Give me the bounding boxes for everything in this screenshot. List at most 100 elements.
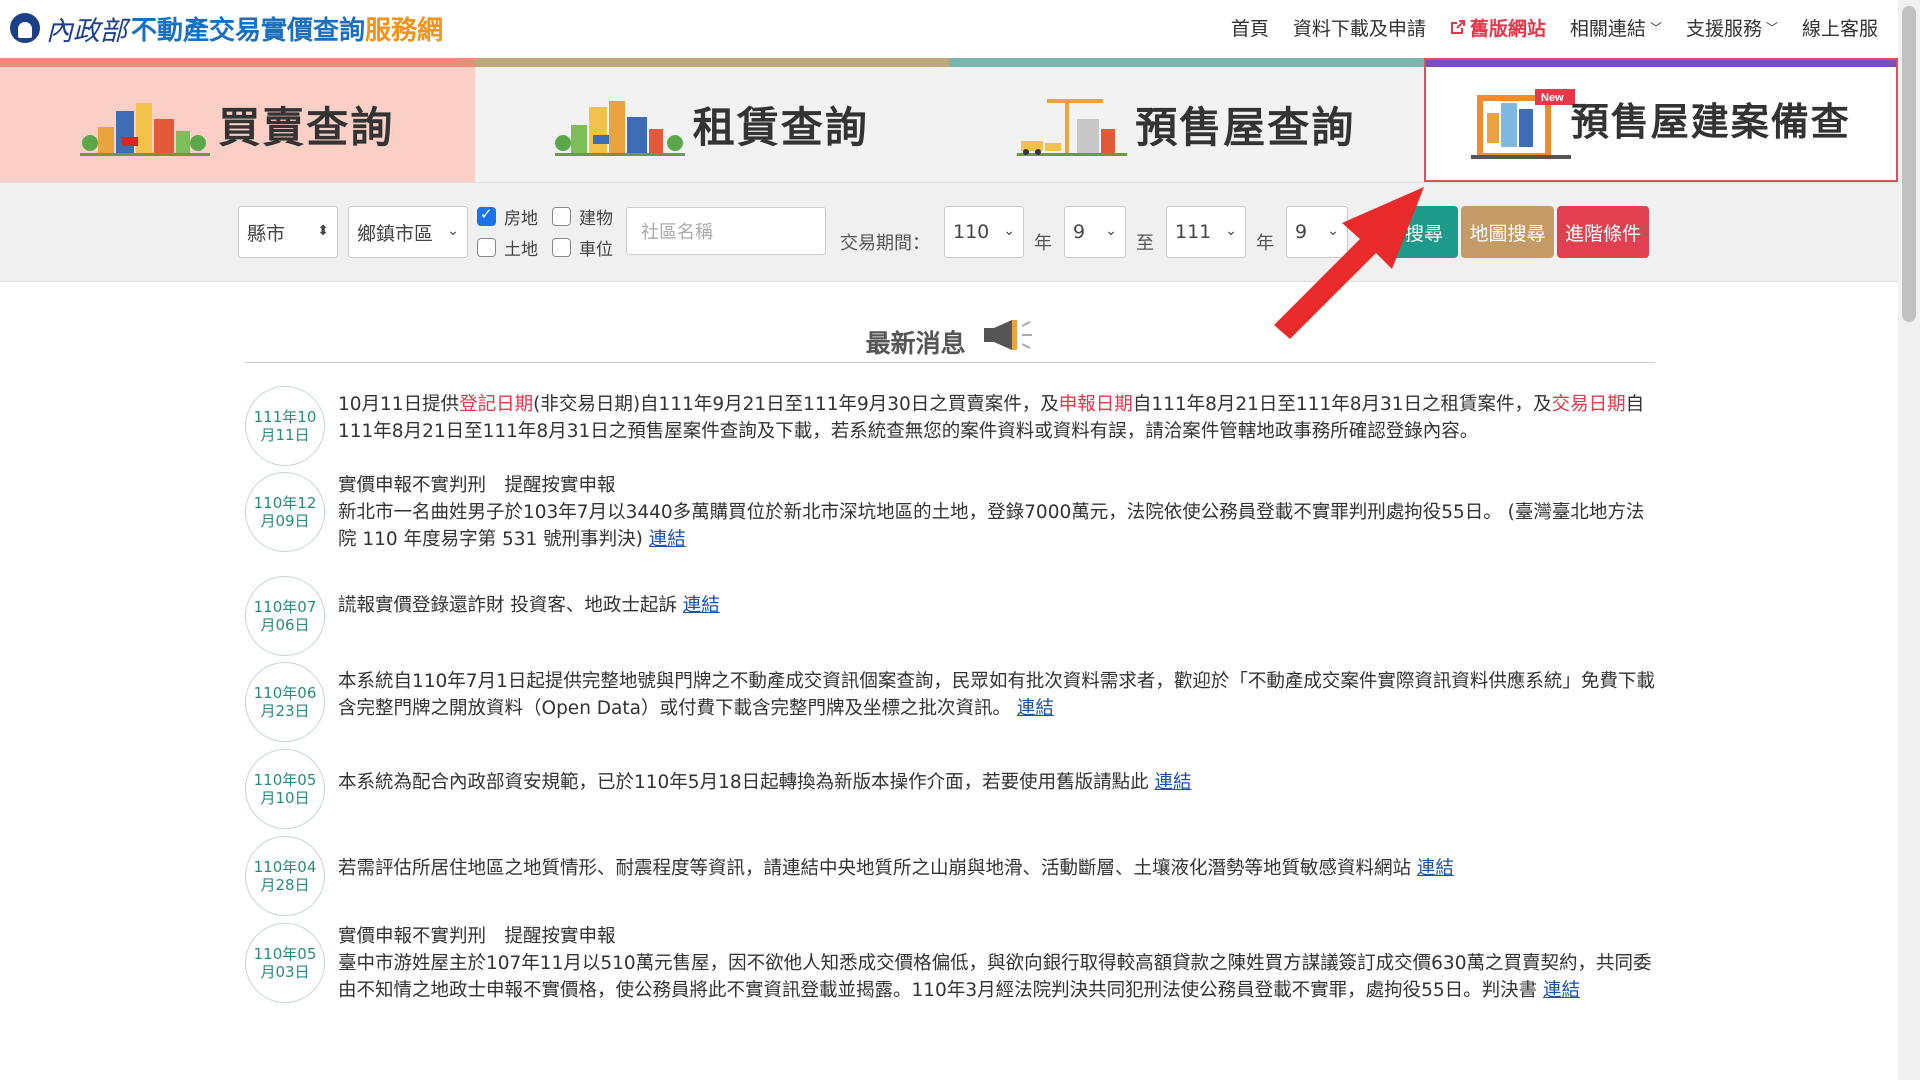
tile-presale-filing[interactable]: New 預售屋建案備查 <box>1423 58 1898 182</box>
ministry-emblem-icon <box>10 13 40 43</box>
news-text-part: 若需評估所居住地區之地質情形、耐震程度等資訊，請連結中央地質所之山崩與地滑、活動… <box>338 858 1417 879</box>
news-text-part: 10月11日提供 <box>338 394 460 415</box>
checkbox-box[interactable] <box>552 238 571 257</box>
map-search-button[interactable]: 地圖搜尋 <box>1461 206 1554 258</box>
community-name-input[interactable]: 社區名稱 <box>626 207 826 255</box>
news-heading: 實價申報不實判刑 提醒按實申報 <box>338 926 616 947</box>
county-select-value: 縣市 <box>247 222 286 245</box>
chevron-down-icon: ⌄ <box>1105 223 1117 239</box>
news-item: 110年05 月03日 實價申報不實判刑 提醒按實申報 臺中市游姓屋主於107年… <box>245 923 1655 1004</box>
construction-icon <box>1017 98 1128 156</box>
logo-site-name: 不動產交易實價查詢 <box>131 15 366 46</box>
logo-ministry: 內政部 <box>46 15 127 47</box>
news-link[interactable]: 連結 <box>683 595 720 616</box>
news-text: 謊報實價登錄還詐財 投資客、地政士起訴 連結 <box>338 576 1655 619</box>
county-select[interactable]: 縣市 ⬍ <box>238 206 338 258</box>
nav-related-links[interactable]: 相關連結 ﹀ <box>1570 14 1662 41</box>
tile-presale-query[interactable]: 預售屋查詢 <box>949 58 1424 182</box>
checkbox-label: 建物 <box>579 209 613 229</box>
news-text: 本系統為配合內政部資安規範，已於110年5月18日起轉換為新版本操作介面，若要使… <box>338 749 1655 796</box>
news-date-line1: 110年04 <box>253 858 317 876</box>
community-name-placeholder: 社區名稱 <box>641 222 713 243</box>
site-logo[interactable]: 內政部 不動產交易實價查詢 服務網 <box>10 6 443 50</box>
news-link[interactable]: 連結 <box>1543 980 1580 1001</box>
city-sale-icon <box>80 102 211 156</box>
from-year-select[interactable]: 110 ⌄ <box>944 206 1024 258</box>
news-divider <box>245 362 1655 363</box>
top-nav: 首頁 資料下載及申請 舊版網站 相關連結 ﹀ 支援服務 ﹀ 線上客服 <box>1231 0 1878 54</box>
external-link-icon <box>1450 20 1465 34</box>
news-date-line2: 月03日 <box>260 963 310 981</box>
news-date-line1: 111年10 <box>253 408 317 426</box>
news-link[interactable]: 連結 <box>1417 858 1454 879</box>
to-label: 至 <box>1136 233 1154 254</box>
nav-home-label: 首頁 <box>1230 17 1269 40</box>
nav-support[interactable]: 支援服務 ﹀ <box>1686 14 1778 41</box>
news-link[interactable]: 連結 <box>1017 698 1054 719</box>
news-date-line2: 月23日 <box>260 702 310 720</box>
news-date-line1: 110年05 <box>253 771 317 789</box>
year-unit: 年 <box>1034 233 1052 254</box>
checkbox-label: 車位 <box>579 240 613 260</box>
presale-building-new-icon: New <box>1470 88 1575 159</box>
chevron-down-icon: ﹀ <box>1765 20 1778 35</box>
news-date-line2: 月09日 <box>260 512 310 530</box>
news-date-line1: 110年07 <box>253 598 317 616</box>
tile-sale-query[interactable]: 買賣查詢 <box>0 58 475 182</box>
tile-presale-label: 預售屋查詢 <box>1135 103 1356 152</box>
news-text: 若需評估所居住地區之地質情形、耐震程度等資訊，請連結中央地質所之山崩與地滑、活動… <box>338 836 1655 882</box>
news-date-line1: 110年05 <box>253 945 317 963</box>
tile-rent-query[interactable]: 租賃查詢 <box>474 58 949 182</box>
nav-old-site[interactable]: 舊版網站 <box>1450 14 1546 41</box>
news-date-badge: 110年05 月03日 <box>245 923 325 1003</box>
news-heading: 實價申報不實判刑 提醒按實申報 <box>338 475 616 496</box>
news-link[interactable]: 連結 <box>649 529 686 550</box>
chevron-down-icon: ⌄ <box>1003 223 1015 239</box>
advanced-search-button[interactable]: 進階條件 <box>1557 206 1649 258</box>
news-link[interactable]: 連結 <box>1155 772 1192 793</box>
news-text-part: (非交易日期)自111年9月21日至111年9月30日之買賣案件，及 <box>533 394 1059 415</box>
news-date-line2: 月06日 <box>260 616 310 634</box>
chevron-down-icon: ⌄ <box>1225 223 1237 239</box>
city-rent-icon <box>554 100 685 156</box>
page-scrollbar[interactable] <box>1898 0 1920 1080</box>
news-text-part: 本系統為配合內政部資安規範，已於110年5月18日起轉換為新版本操作介面，若要使… <box>338 772 1155 793</box>
updown-arrow-icon: ⬍ <box>317 223 329 239</box>
news-text-part: 本系統自110年7月1日起提供完整地號與門牌之不動產成交資訊個案查詢，民眾如有批… <box>338 671 1655 719</box>
news-item: 111年10 月11日 10月11日提供登記日期(非交易日期)自111年9月21… <box>245 386 1655 466</box>
news-text: 實價申報不實判刑 提醒按實申報 新北市一名曲姓男子於103年7月以3440多萬購… <box>338 472 1655 553</box>
news-date-line2: 月10日 <box>260 789 310 807</box>
from-month-value: 9 <box>1073 221 1086 243</box>
news-text-part: 新北市一名曲姓男子於103年7月以3440多萬購買位於新北市深坑地區的土地，登錄… <box>338 502 1645 550</box>
new-badge: New <box>1541 92 1564 104</box>
checkbox-building[interactable]: 建物 <box>552 204 613 229</box>
checkbox-box[interactable] <box>477 238 496 257</box>
tile-rent-label: 租賃查詢 <box>692 103 869 152</box>
checkbox-land[interactable]: 土地 <box>477 235 538 260</box>
district-select-value: 鄉鎮市區 <box>357 222 434 245</box>
nav-home[interactable]: 首頁 <box>1231 14 1269 41</box>
news-highlight: 登記日期 <box>459 394 534 415</box>
district-select[interactable]: 鄉鎮市區 ⌄ <box>348 206 468 258</box>
nav-download[interactable]: 資料下載及申請 <box>1293 14 1426 41</box>
logo-site-suffix: 服務網 <box>365 15 444 46</box>
news-item: 110年06 月23日 本系統自110年7月1日起提供完整地號與門牌之不動產成交… <box>245 662 1655 742</box>
from-month-select[interactable]: 9 ⌄ <box>1064 206 1126 258</box>
nav-online-service[interactable]: 線上客服 <box>1802 14 1878 41</box>
news-item: 110年05 月10日 本系統為配合內政部資安規範，已於110年5月18日起轉換… <box>245 749 1655 829</box>
news-date-line2: 月28日 <box>260 876 310 894</box>
checkbox-label: 土地 <box>504 240 538 260</box>
period-label: 交易期間： <box>840 233 930 254</box>
checkbox-land-building[interactable]: 房地 <box>477 204 538 229</box>
news-text-part: 謊報實價登錄還詐財 投資客、地政士起訴 <box>338 595 683 616</box>
scrollbar-thumb[interactable] <box>1902 6 1916 322</box>
tile-sale-label: 買賣查詢 <box>218 103 395 152</box>
news-text: 10月11日提供登記日期(非交易日期)自111年9月21日至111年9月30日之… <box>338 386 1655 445</box>
to-year-select[interactable]: 111 ⌄ <box>1166 206 1246 258</box>
news-text: 本系統自110年7月1日起提供完整地號與門牌之不動產成交資訊個案查詢，民眾如有批… <box>338 662 1655 722</box>
news-text-part: 自111年8月21日至111年8月31日之租賃案件，及 <box>1132 394 1552 415</box>
megaphone-icon <box>984 320 1033 350</box>
checkbox-parking[interactable]: 車位 <box>552 235 613 260</box>
checkbox-box[interactable] <box>552 207 571 226</box>
checkbox-box[interactable] <box>477 205 496 226</box>
